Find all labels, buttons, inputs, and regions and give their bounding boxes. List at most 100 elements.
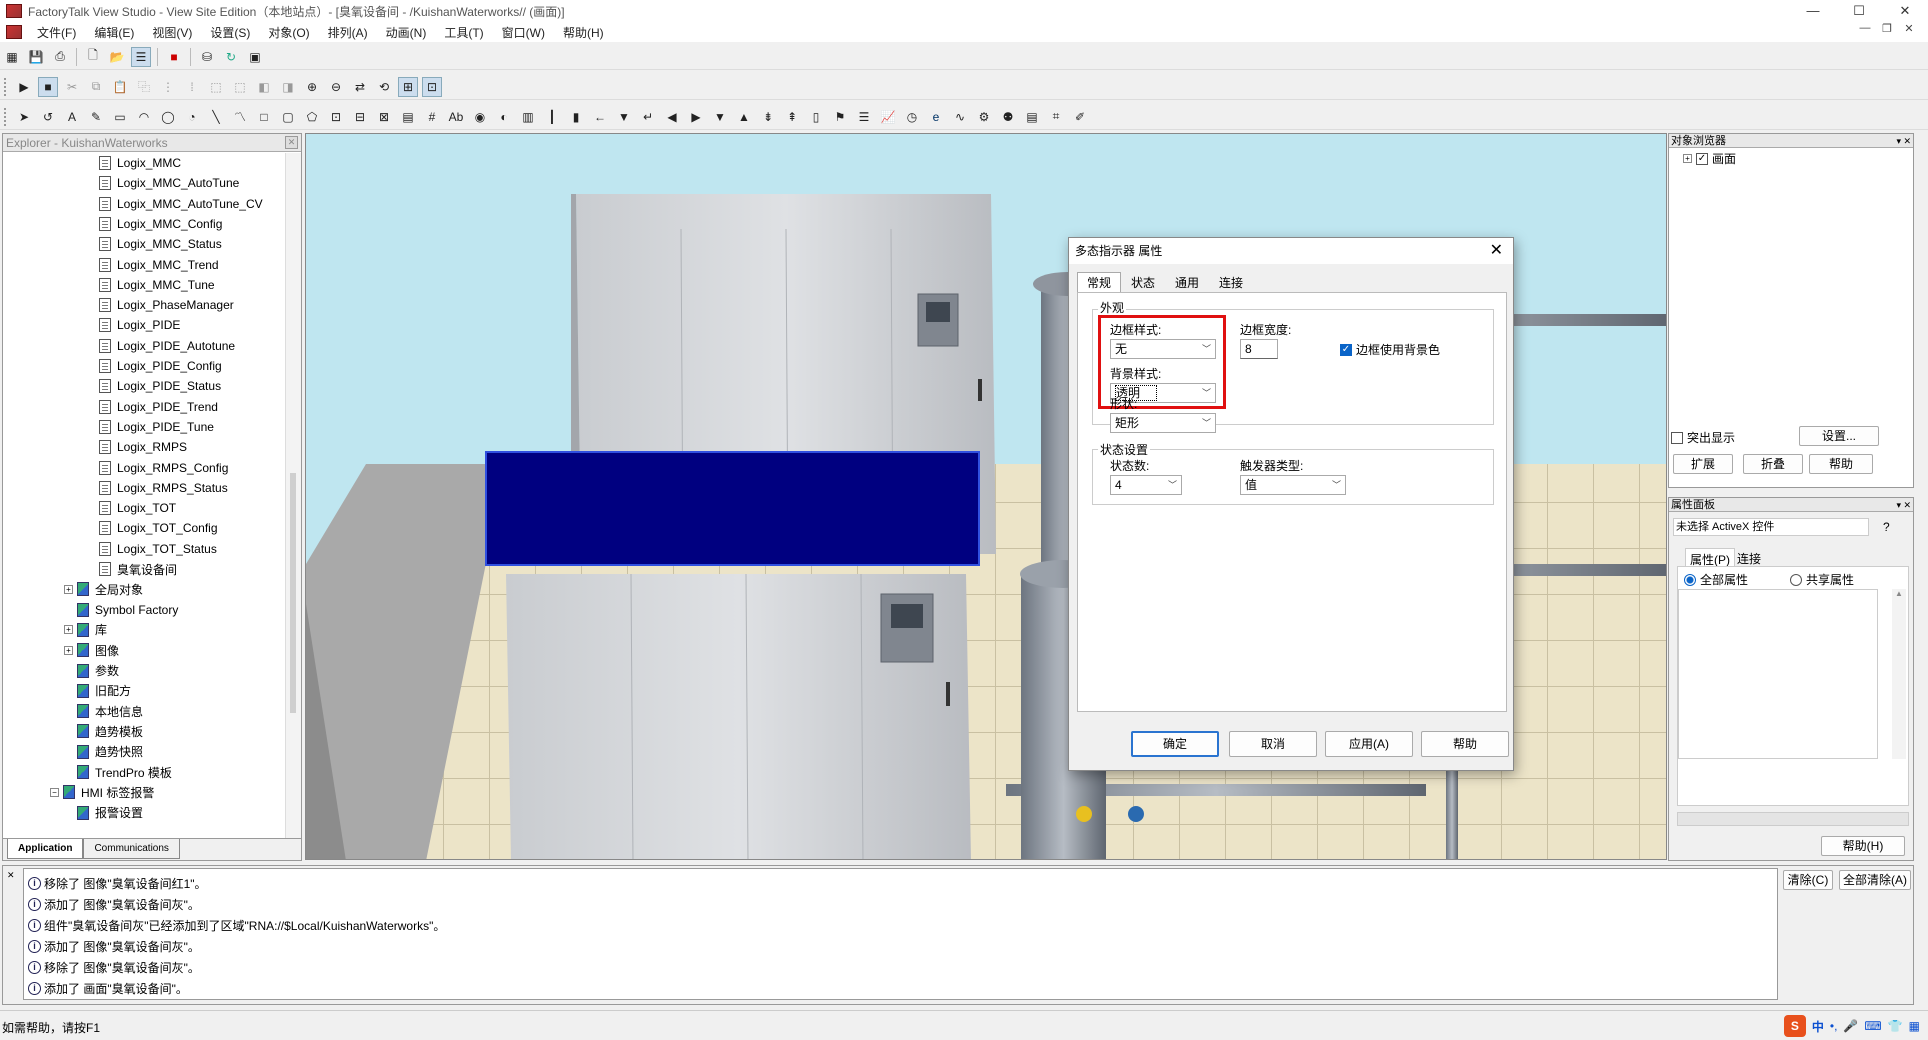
tree-item[interactable]: Logix_PIDE_Config (99, 356, 222, 376)
zoom-out-icon[interactable]: ⊖ (326, 77, 346, 97)
symbol-icon[interactable]: ⚙ (974, 107, 994, 127)
line-tool-icon[interactable]: ╲ (206, 107, 226, 127)
tree-item[interactable]: 趋势快照 (77, 742, 143, 762)
scale-icon[interactable]: ┃ (542, 107, 562, 127)
tag-browser-icon[interactable]: ⌗ (1046, 107, 1066, 127)
object-tree-item[interactable]: + ✓ 画面 (1683, 150, 1736, 167)
minimize-button[interactable]: — (1790, 0, 1836, 22)
freehand-icon[interactable]: ✎ (86, 107, 106, 127)
explorer-toggle-icon[interactable]: ☰ (131, 46, 151, 67)
expand-toggle-icon[interactable]: + (64, 645, 73, 655)
menu-file[interactable]: 文件(F) (28, 24, 85, 41)
multistate-indicator-selection[interactable] (485, 451, 980, 566)
highlight-checkbox[interactable]: 突出显示 (1671, 429, 1735, 446)
cancel-button[interactable]: 取消 (1229, 731, 1317, 757)
graph-icon[interactable]: ▥ (518, 107, 538, 127)
front-icon[interactable]: ◧ (254, 77, 274, 97)
tree-item[interactable]: Symbol Factory (77, 600, 178, 620)
tree-scrollbar[interactable] (285, 153, 301, 839)
tab-connections[interactable]: 连接 (1737, 550, 1761, 567)
dialog-help-button[interactable]: 帮助 (1421, 731, 1509, 757)
tree-item[interactable]: Logix_RMPS_Status (99, 478, 228, 498)
stop-icon[interactable]: ■ (164, 47, 184, 67)
duplicate-icon[interactable]: ⿻ (134, 77, 154, 97)
menu-arrange[interactable]: 排列(A) (319, 24, 377, 41)
mdi-restore-icon[interactable]: ❐ (1876, 22, 1898, 35)
tree-item[interactable]: 报警设置 (77, 803, 143, 823)
button-tool-icon[interactable]: ⊡ (326, 107, 346, 127)
tree-item[interactable]: − HMI 标签报警 (50, 782, 154, 802)
tree-item[interactable]: Logix_MMC_AutoTune (99, 173, 239, 193)
rotate-tool-icon[interactable]: ↺ (38, 107, 58, 127)
tree-item[interactable]: Logix_MMC_Tune (99, 275, 215, 295)
explorer-close-icon[interactable]: ✕ (285, 136, 298, 149)
tri-up-icon[interactable]: ▲ (734, 107, 754, 127)
radio-shared-properties[interactable]: 共享属性 (1790, 571, 1854, 588)
tri-right-icon[interactable]: ▶ (686, 107, 706, 127)
tree-item[interactable]: Logix_PIDE_Trend (99, 397, 218, 417)
distribute-icon[interactable]: ⁞ (182, 77, 202, 97)
menu-edit[interactable]: 编辑(E) (85, 24, 143, 41)
tree-item[interactable]: + 库 (64, 620, 107, 640)
expand-toggle-icon[interactable]: + (64, 584, 73, 594)
radio-all-properties[interactable]: 全部属性 (1684, 571, 1748, 588)
refresh-icon[interactable]: ↻ (221, 47, 241, 67)
keyboard-icon[interactable]: ⌨ (1864, 1019, 1881, 1033)
square-tool-icon[interactable]: □ (254, 107, 274, 127)
group-icon[interactable]: ⬚ (206, 77, 226, 97)
tree-item[interactable]: Logix_MMC_Config (99, 214, 222, 234)
indicator-icon[interactable]: ◉ (470, 107, 490, 127)
selection-combo[interactable]: 未选择 ActiveX 控件 (1673, 518, 1869, 536)
tree-item[interactable]: 旧配方 (77, 681, 131, 701)
apply-button[interactable]: 应用(A) (1325, 731, 1413, 757)
snap-icon[interactable]: ⊡ (422, 76, 442, 97)
recipe-icon[interactable]: ▤ (1022, 107, 1042, 127)
settings-button[interactable]: 设置... (1799, 426, 1879, 446)
maximize-button[interactable]: ☐ (1836, 0, 1882, 22)
tab-communications[interactable]: Communications (83, 839, 180, 859)
app-toolbar-icon[interactable]: ▦ (2, 47, 22, 67)
use-bg-color-checkbox[interactable]: ✓ 边框使用背景色 (1340, 341, 1440, 358)
tab-common[interactable]: 通用 (1165, 272, 1209, 292)
microphone-icon[interactable]: 🎤 (1843, 1019, 1858, 1033)
text-tool-icon[interactable]: A (62, 107, 82, 127)
collapse-button[interactable]: 折叠 (1743, 454, 1803, 474)
multistate-icon[interactable]: ▤ (398, 107, 418, 127)
trend-icon[interactable]: 📈 (878, 107, 898, 127)
output-pin-icon[interactable]: ✕ (7, 870, 15, 881)
save-icon[interactable]: 💾 (26, 47, 46, 67)
zoom-in-icon[interactable]: ⊕ (302, 77, 322, 97)
tree-item[interactable]: Logix_PIDE_Tune (99, 417, 214, 437)
tree-item[interactable]: Logix_MMC_Trend (99, 255, 219, 275)
arrow-left-icon[interactable]: ← (590, 107, 610, 127)
numeric-icon[interactable]: # (422, 107, 442, 127)
tab-states[interactable]: 状态 (1121, 272, 1165, 292)
tree-item[interactable]: 本地信息 (77, 701, 143, 721)
tree-item[interactable]: 趋势模板 (77, 721, 143, 741)
menu-object[interactable]: 对象(O) (259, 24, 318, 41)
clock-icon[interactable]: ◷ (902, 107, 922, 127)
paste-icon[interactable]: 📋 (110, 77, 130, 97)
tree-check-icon[interactable]: ✓ (1696, 152, 1708, 165)
display-list-icon[interactable]: ▯ (806, 107, 826, 127)
property-grid[interactable] (1678, 589, 1878, 759)
clear-button[interactable]: 清除(C) (1783, 870, 1833, 890)
tab-application[interactable]: Application (7, 839, 84, 859)
tree-item[interactable]: TrendPro 模板 (77, 762, 172, 782)
expand-toggle-icon[interactable]: − (50, 787, 59, 797)
tree-item[interactable]: Logix_TOT (99, 498, 176, 518)
state-count-select[interactable]: 4 ﹀ (1110, 475, 1182, 495)
open-icon[interactable]: 📂 (107, 47, 127, 67)
tree-item[interactable]: Logix_MMC_Status (99, 234, 222, 254)
mdi-minimize-icon[interactable]: — (1854, 22, 1876, 35)
rounded-rect-icon[interactable]: ▢ (278, 107, 298, 127)
property-scrollbar[interactable]: ▲ (1892, 589, 1906, 759)
trigger-type-select[interactable]: 值 ﹀ (1240, 475, 1346, 495)
bargraph-icon[interactable]: ▮ (566, 107, 586, 127)
tree-item[interactable]: Logix_RMPS (99, 437, 187, 457)
tri-left-icon[interactable]: ◀ (662, 107, 682, 127)
page-down-icon[interactable]: ⇟ (758, 107, 778, 127)
menu-window[interactable]: 窗口(W) (493, 24, 554, 41)
tree-item[interactable]: Logix_PIDE_Status (99, 376, 221, 396)
menu-animation[interactable]: 动画(N) (377, 24, 436, 41)
